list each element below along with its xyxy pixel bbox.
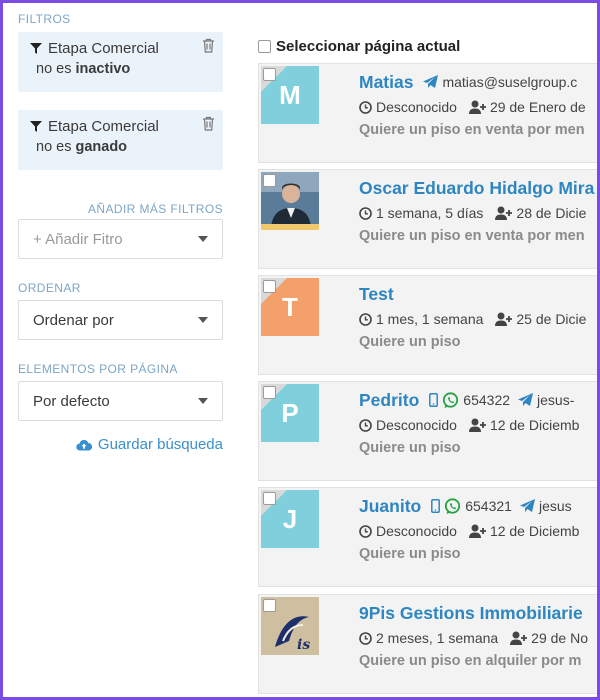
order-select-value: Ordenar por (33, 311, 114, 329)
paper-plane-icon (519, 499, 535, 512)
filter-operator: no es (36, 61, 72, 77)
trash-icon[interactable] (202, 116, 215, 131)
contact-interest: Quiere un piso en venta por men (359, 228, 585, 244)
contact-name[interactable]: Oscar Eduardo Hidalgo Mira (359, 178, 594, 199)
contact-name[interactable]: Matias (359, 72, 413, 93)
per-page-heading: ELEMENTOS POR PÁGINA (18, 362, 178, 376)
contact-name[interactable]: Pedrito (359, 390, 419, 411)
last-contact: 2 meses, 1 semana (359, 630, 498, 646)
clock-icon (359, 206, 372, 220)
contact-interest: Quiere un piso (359, 334, 461, 350)
filter-value: inactivo (75, 61, 131, 77)
save-search-link[interactable]: Guardar búsqueda (76, 436, 223, 453)
contact-checkbox[interactable] (263, 599, 276, 612)
created-date: 29 de Enero de (468, 99, 586, 115)
funnel-icon (30, 121, 42, 132)
contact-interest: Quiere un piso (359, 440, 461, 456)
contact-email[interactable]: jesus (519, 498, 572, 514)
user-plus-icon (495, 312, 513, 326)
clock-icon (359, 100, 372, 114)
last-contact: 1 mes, 1 semana (359, 311, 483, 327)
filter-title: Etapa Comercial (48, 118, 159, 135)
whatsapp-icon (445, 497, 461, 514)
contact-card[interactable]: M Matias matias@suselgroup.c Desconocido (258, 63, 597, 163)
caret-down-icon (198, 317, 208, 323)
contact-card[interactable]: T Test 1 mes, 1 semana 25 de Dicie Quier… (258, 275, 597, 375)
contact-email[interactable]: matias@suselgroup.c (423, 74, 577, 90)
filter-chip[interactable]: Etapa Comercial no es ganado (18, 110, 223, 170)
filter-value: ganado (75, 139, 128, 155)
add-filters-heading: AÑADIR MÁS FILTROS (88, 202, 223, 216)
created-date: 29 de No (510, 630, 588, 646)
contact-checkbox[interactable] (263, 386, 276, 399)
user-plus-icon (495, 206, 513, 220)
mobile-icon (431, 499, 441, 513)
created-date: 12 de Diciemb (468, 417, 579, 433)
contact-phone[interactable]: 654322 (429, 391, 510, 409)
cloud-upload-icon (76, 439, 92, 451)
last-contact: Desconocido (359, 99, 457, 115)
created-date: 28 de Dicie (495, 205, 586, 221)
select-page-label: Seleccionar página actual (276, 38, 461, 55)
contact-email[interactable]: jesus- (518, 392, 574, 408)
caret-down-icon (198, 236, 208, 242)
user-plus-icon (468, 418, 486, 432)
paper-plane-icon (518, 393, 534, 406)
user-plus-icon (510, 631, 528, 645)
contact-name[interactable]: Test (359, 284, 394, 305)
whatsapp-icon (443, 391, 459, 408)
contact-interest: Quiere un piso en alquiler por m (359, 653, 582, 669)
trash-icon[interactable] (202, 38, 215, 53)
save-search-label: Guardar búsqueda (97, 436, 223, 453)
last-contact: Desconocido (359, 523, 457, 539)
created-date: 12 de Diciemb (468, 523, 579, 539)
contact-card[interactable]: Oscar Eduardo Hidalgo Mira 1 semana, 5 d… (258, 169, 597, 269)
mobile-icon (429, 393, 439, 407)
order-select[interactable]: Ordenar por (18, 300, 223, 340)
svg-text:is: is (297, 637, 310, 653)
add-filter-select[interactable]: + Añadir Fitro (18, 219, 223, 259)
contact-checkbox[interactable] (263, 492, 276, 505)
select-page-control[interactable]: Seleccionar página actual (258, 38, 460, 55)
per-page-select[interactable]: Por defecto (18, 381, 223, 421)
clock-icon (359, 418, 372, 432)
contact-card[interactable]: P Pedrito 654322 jesus- Desconocido 12 d… (258, 381, 597, 481)
clock-icon (359, 312, 372, 326)
filter-operator: no es (36, 139, 72, 155)
contact-name[interactable]: 9Pis Gestions Immobiliarie (359, 603, 583, 624)
user-plus-icon (468, 524, 486, 538)
filter-chip[interactable]: Etapa Comercial no es inactivo (18, 32, 223, 92)
created-date: 25 de Dicie (495, 311, 586, 327)
app-frame: FILTROS Etapa Comercial no es inactivo Et… (3, 3, 597, 697)
caret-down-icon (198, 398, 208, 404)
last-contact: Desconocido (359, 417, 457, 433)
clock-icon (359, 524, 372, 538)
contact-checkbox[interactable] (263, 174, 276, 187)
contact-checkbox[interactable] (263, 68, 276, 81)
add-filter-placeholder: + Añadir Fitro (33, 230, 123, 248)
contact-phone[interactable]: 654321 (431, 497, 512, 515)
contact-interest: Quiere un piso (359, 546, 461, 562)
contact-card[interactable]: J Juanito 654321 jesus Desconocido 12 de… (258, 487, 597, 587)
order-heading: ORDENAR (18, 281, 81, 295)
clock-icon (359, 631, 372, 645)
contact-interest: Quiere un piso en venta por men (359, 122, 585, 138)
contact-name[interactable]: Juanito (359, 496, 421, 517)
funnel-icon (30, 43, 42, 54)
per-page-select-value: Por defecto (33, 392, 110, 410)
last-contact: 1 semana, 5 días (359, 205, 483, 221)
user-plus-icon (468, 100, 486, 114)
select-page-checkbox[interactable] (258, 40, 271, 53)
contact-checkbox[interactable] (263, 280, 276, 293)
contact-card[interactable]: is 9Pis Gestions Immobiliarie 2 meses, 1… (258, 594, 597, 694)
filters-heading: FILTROS (18, 12, 71, 26)
paper-plane-icon (423, 75, 439, 88)
filter-title: Etapa Comercial (48, 40, 159, 57)
